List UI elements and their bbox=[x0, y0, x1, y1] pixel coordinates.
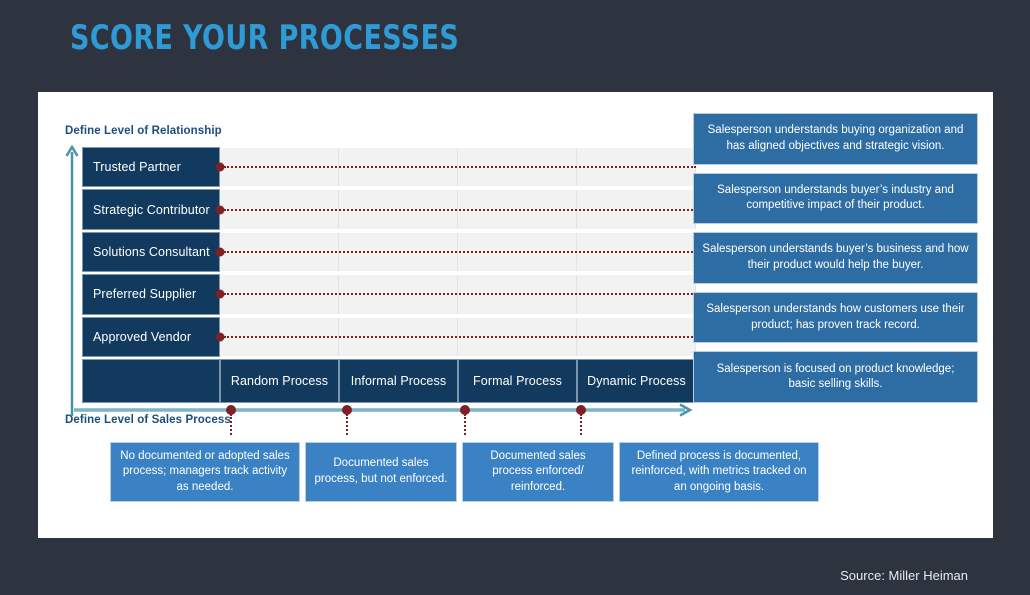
row-label-trusted-partner[interactable]: Trusted Partner bbox=[82, 147, 220, 188]
relationship-callout-approved-vendor[interactable]: Salesperson is focused on product knowle… bbox=[693, 351, 978, 403]
process-callout-dynamic-process[interactable]: Defined process is documented, reinforce… bbox=[619, 442, 819, 502]
diagram-panel: Define Level of Relationship Define Leve… bbox=[38, 92, 993, 538]
matrix-row: Approved Vendor bbox=[82, 316, 696, 358]
row-label-approved-vendor[interactable]: Approved Vendor bbox=[82, 316, 220, 358]
y-axis-arrow bbox=[65, 144, 79, 416]
row-label-solutions-consultant[interactable]: Solutions Consultant bbox=[82, 231, 220, 273]
pin-stem-icon bbox=[230, 414, 232, 435]
matrix-row: Preferred Supplier bbox=[82, 274, 696, 315]
matrix-row: Solutions Consultant bbox=[82, 231, 696, 273]
column-header-dynamic-process[interactable]: Dynamic Process bbox=[577, 359, 696, 404]
process-pin-marker bbox=[342, 405, 352, 435]
row-label-preferred-supplier[interactable]: Preferred Supplier bbox=[82, 274, 220, 315]
row-label-strategic-contributor[interactable]: Strategic Contributor bbox=[82, 189, 220, 230]
connector-dot-icon bbox=[215, 289, 225, 299]
relationship-description-group: Salesperson understands buying organizat… bbox=[693, 113, 978, 403]
relationship-callout-solutions-consultant[interactable]: Salesperson understands buyer’s business… bbox=[693, 232, 978, 284]
matrix-row-cells bbox=[215, 274, 696, 315]
process-callout-informal-process[interactable]: Documented sales process, but not enforc… bbox=[305, 442, 457, 502]
x-axis-arrow bbox=[74, 403, 693, 417]
matrix-row-cells bbox=[215, 189, 696, 230]
process-pin-marker bbox=[460, 405, 470, 435]
relationship-callout-trusted-partner[interactable]: Salesperson understands buying organizat… bbox=[693, 113, 978, 165]
connector-line bbox=[224, 293, 696, 296]
connector-line bbox=[224, 335, 696, 338]
connector-dot-icon bbox=[215, 162, 225, 172]
column-header-group: Random Process Informal Process Formal P… bbox=[220, 359, 696, 404]
pin-stem-icon bbox=[346, 414, 348, 435]
matrix-row-cells bbox=[215, 316, 696, 358]
connector-dot-icon bbox=[215, 205, 225, 215]
connector-dot-icon bbox=[215, 332, 225, 342]
pin-stem-icon bbox=[464, 414, 466, 435]
column-header-formal-process[interactable]: Formal Process bbox=[458, 359, 577, 404]
process-callout-random-process[interactable]: No documented or adopted sales process; … bbox=[110, 442, 300, 502]
page-title: SCORE YOUR PROCESSES bbox=[70, 18, 460, 58]
process-callout-formal-process[interactable]: Documented sales process enforced/ reinf… bbox=[462, 442, 614, 502]
connector-line bbox=[224, 208, 696, 211]
pin-stem-icon bbox=[580, 414, 582, 435]
process-pin-marker bbox=[226, 405, 236, 435]
process-pin-marker bbox=[576, 405, 586, 435]
matrix-column-headers: Random Process Informal Process Formal P… bbox=[82, 359, 696, 404]
process-description-group: No documented or adopted sales process; … bbox=[110, 442, 819, 502]
matrix-corner-block bbox=[82, 359, 220, 404]
connector-dot-icon bbox=[215, 247, 225, 257]
scoring-matrix: Trusted Partner Strategic Contributor So… bbox=[82, 147, 696, 404]
connector-line bbox=[224, 251, 696, 254]
connector-line bbox=[224, 166, 696, 169]
column-header-random-process[interactable]: Random Process bbox=[220, 359, 339, 404]
relationship-callout-preferred-supplier[interactable]: Salesperson understands how customers us… bbox=[693, 291, 978, 344]
source-attribution: Source: Miller Heiman bbox=[840, 568, 968, 583]
matrix-row-cells bbox=[215, 231, 696, 273]
column-header-informal-process[interactable]: Informal Process bbox=[339, 359, 458, 404]
matrix-row: Trusted Partner bbox=[82, 147, 696, 188]
matrix-row-cells bbox=[215, 147, 696, 188]
y-axis-caption: Define Level of Relationship bbox=[65, 125, 222, 137]
relationship-callout-strategic-contributor[interactable]: Salesperson understands buyer’s industry… bbox=[693, 172, 978, 225]
matrix-row: Strategic Contributor bbox=[82, 189, 696, 230]
